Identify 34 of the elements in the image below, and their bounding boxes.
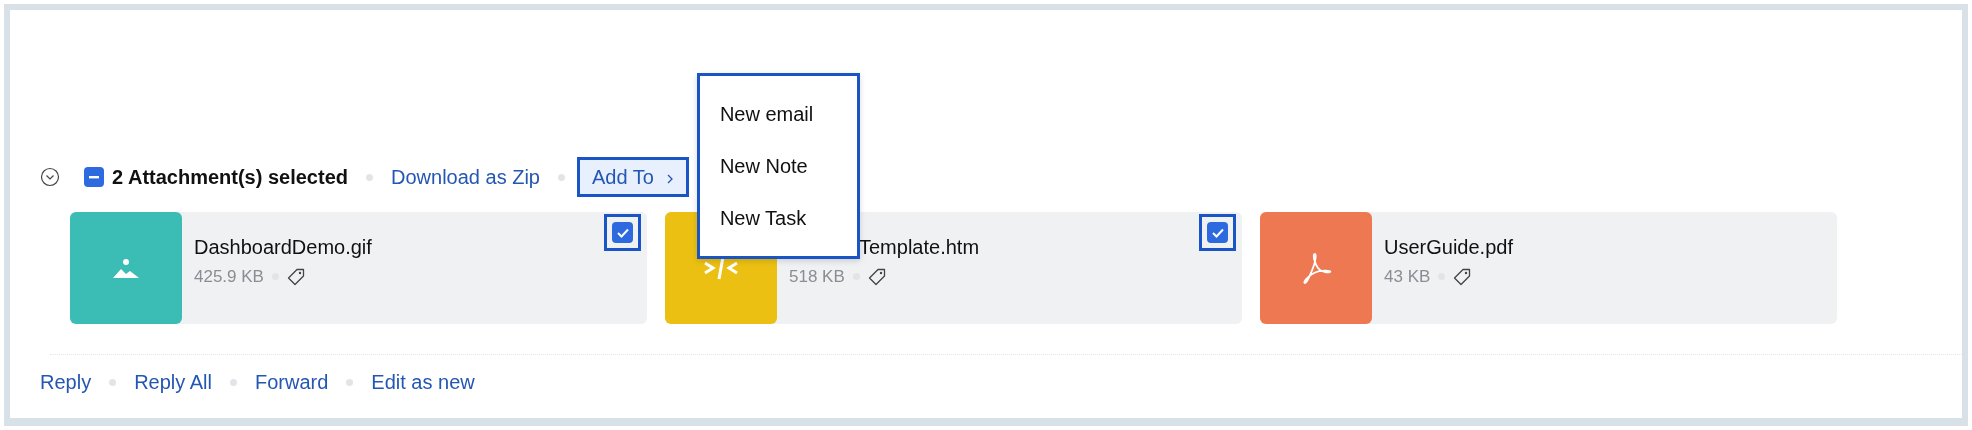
file-size: 43 KB [1384,266,1431,288]
tag-icon[interactable] [286,267,305,286]
tag-icon[interactable] [1453,267,1472,286]
menu-item[interactable]: New Note [699,140,857,192]
separator-dot [346,378,354,386]
tag-icon[interactable] [867,267,886,286]
file-name: UserGuide.pdf [1384,235,1513,260]
action-link[interactable]: Forward [254,367,329,397]
checkbox[interactable] [1199,214,1236,251]
menu-item[interactable]: New Task [699,192,857,244]
menu-item[interactable]: New email [699,88,857,140]
separator-dot [109,378,117,386]
attachment-card[interactable]: DashboardDemo.gif 425.9 KB [70,212,647,324]
select-all-checkbox[interactable] [84,167,104,187]
collapse-icon[interactable] [40,167,60,187]
action-link[interactable]: Reply [40,367,92,397]
checkbox[interactable] [604,214,641,251]
separator-dot [366,173,373,181]
checkmark-icon [1210,226,1225,239]
separator-dot [557,173,565,181]
image-icon [112,257,140,279]
file-name: Template.htm [859,235,980,260]
file-name: DashboardDemo.gif [194,235,372,260]
selection-count: 2 Attachment(s) selected [112,165,348,190]
file-size: 518 KB [789,266,845,288]
file-size: 425.9 KB [194,266,264,288]
separator-dot [229,378,237,386]
action-link[interactable]: Reply All [134,367,212,397]
checkmark-icon [615,226,630,239]
action-link[interactable]: Edit as new [371,367,475,397]
add-to-button[interactable]: Add To [576,157,689,197]
download-zip-link[interactable]: Download as Zip [391,162,540,192]
chevron-icon [665,172,674,185]
attachment-card[interactable]: UserGuide.pdf 43 KB [1260,212,1837,324]
